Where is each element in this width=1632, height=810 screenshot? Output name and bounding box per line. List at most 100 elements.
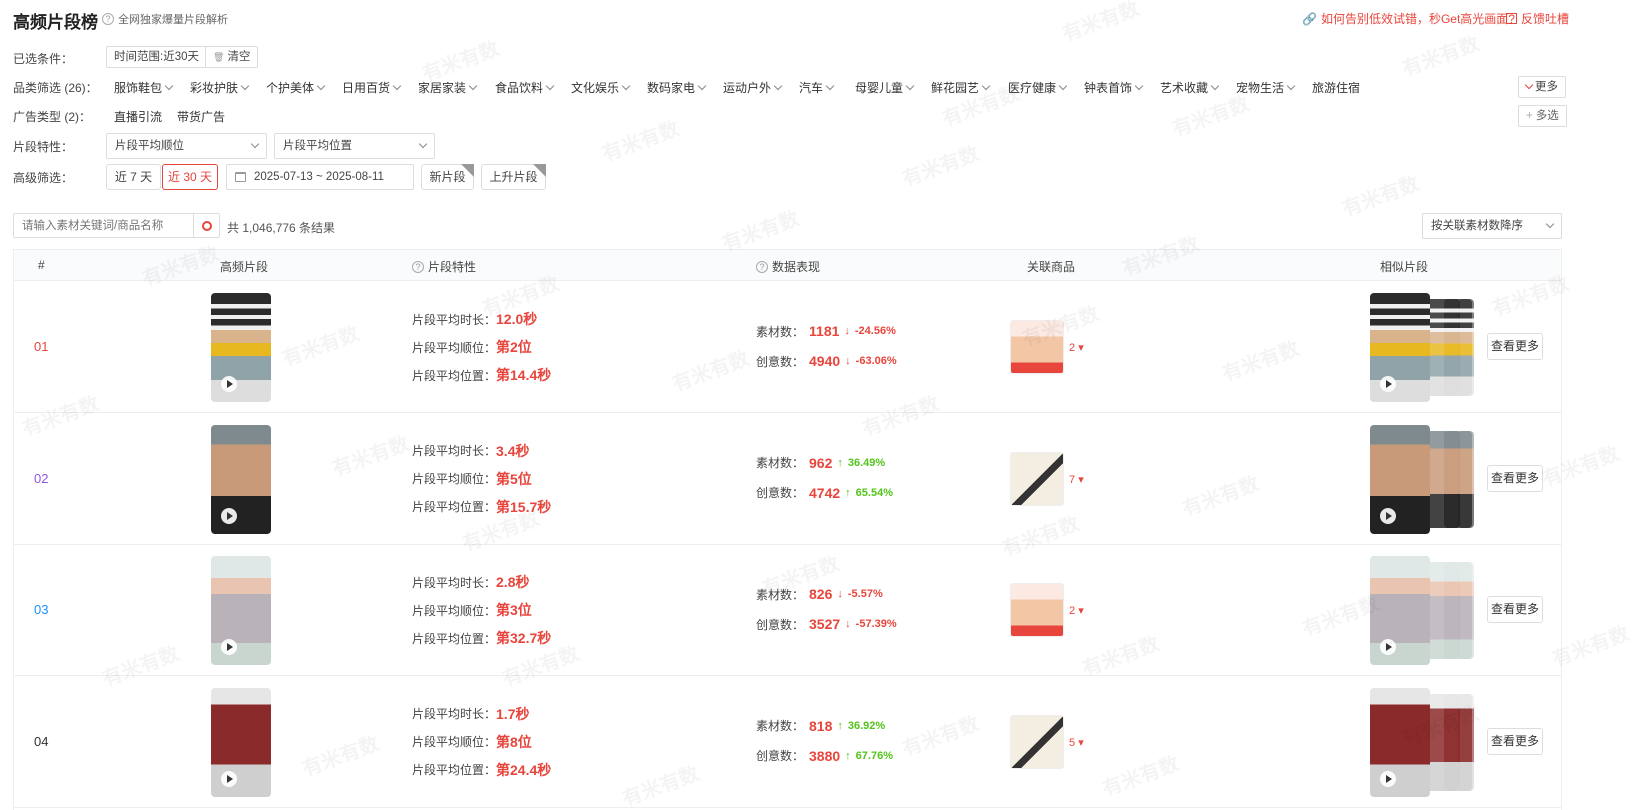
clip-thumbnail[interactable] — [211, 424, 271, 534]
chevron-down-icon — [905, 81, 915, 90]
similar-clips[interactable] — [1370, 556, 1480, 665]
days30-button[interactable]: 近 30 天 — [162, 164, 218, 190]
category-item[interactable]: 文化娱乐 — [571, 79, 631, 96]
category-item[interactable]: 个护美体 — [266, 79, 326, 96]
product-count[interactable]: 2 ▾ — [1069, 341, 1084, 354]
duration-label: 片段平均时长： — [412, 707, 497, 721]
view-more-button[interactable]: 查看更多 — [1487, 727, 1543, 755]
guide-link[interactable]: 🔗 如何告别低效试错，秒Get高光画面? — [1302, 10, 1515, 27]
feedback-text: 反馈吐槽 — [1521, 12, 1570, 26]
similar-clips[interactable] — [1370, 687, 1480, 797]
order-value: 第5位 — [496, 470, 532, 487]
play-icon[interactable] — [1380, 376, 1396, 392]
category-item[interactable]: 服饰鞋包 — [114, 79, 174, 96]
trend-down-icon: ↓ — [845, 618, 851, 630]
help-icon[interactable]: ? — [412, 260, 424, 273]
table-row: 03 片段平均时长： 2.8秒 片段平均顺位： 第3位 片段平均位置： 第32.7秒 … — [14, 545, 1561, 676]
clip-performance: 素材数： 962 ↑ 36.49% 创意数： 4742 ↑ 65.54% — [756, 448, 893, 508]
clear-button[interactable]: 🗑 清空 — [205, 46, 259, 68]
category-item[interactable]: 家居家装 — [418, 79, 478, 96]
similar-thumb — [1426, 562, 1460, 659]
help-icon[interactable]: ? — [756, 260, 768, 273]
help-icon[interactable]: ? — [102, 13, 114, 25]
similar-clips[interactable] — [1370, 293, 1480, 402]
corner-check-icon — [533, 164, 546, 177]
category-item[interactable]: 医疗健康 — [1008, 79, 1068, 96]
category-item[interactable]: 日用百货 — [342, 79, 402, 96]
play-icon[interactable] — [1380, 770, 1396, 787]
new-clip-toggle[interactable]: 新片段 — [421, 164, 474, 190]
product-thumbnail[interactable] — [1010, 583, 1064, 637]
play-icon[interactable] — [221, 507, 237, 524]
product-thumbnail[interactable] — [1010, 320, 1064, 374]
clip-thumbnail[interactable] — [211, 687, 271, 797]
creative-label: 创意数： — [756, 486, 805, 500]
category-item[interactable]: 宠物生活 — [1236, 79, 1296, 96]
selected-chip[interactable]: 时间范围:近30天 — [106, 46, 207, 68]
category-item[interactable]: 旅游住宿 — [1312, 79, 1360, 96]
category-item[interactable]: 食品饮料 — [495, 79, 555, 96]
creative-label: 创意数： — [756, 354, 805, 369]
order-value: 第2位 — [496, 339, 532, 355]
product-thumbnail[interactable] — [1010, 451, 1064, 506]
view-more-button[interactable]: 查看更多 — [1487, 596, 1543, 623]
chevron-down-icon — [468, 81, 478, 90]
play-icon[interactable] — [1380, 639, 1396, 655]
trend-up-icon: ↑ — [837, 719, 843, 732]
play-icon[interactable] — [221, 639, 237, 655]
category-item[interactable]: 母婴儿童 — [855, 79, 915, 96]
position-label: 片段平均位置： — [412, 631, 497, 646]
date-range-value: 2025-07-13 ~ 2025-08-11 — [254, 171, 384, 183]
play-icon[interactable] — [221, 376, 237, 392]
view-more-button[interactable]: 查看更多 — [1487, 464, 1543, 492]
category-item[interactable]: 汽车 — [799, 79, 835, 96]
creative-value: 4742 — [809, 484, 841, 501]
position-value: 第15.7秒 — [496, 498, 552, 515]
category-item[interactable]: 运动户外 — [723, 79, 783, 96]
category-label-text: 彩妆护肤 — [190, 81, 239, 95]
view-more-button[interactable]: 查看更多 — [1487, 333, 1543, 360]
product-count[interactable]: 5 ▾ — [1069, 736, 1084, 749]
material-value: 1181 — [809, 323, 840, 339]
play-icon[interactable] — [221, 770, 237, 787]
category-label-text: 钟表首饰 — [1084, 81, 1133, 95]
chevron-down-icon — [773, 81, 783, 90]
product-thumbnail[interactable] — [1010, 714, 1064, 769]
ad-type-live[interactable]: 直播引流 — [114, 108, 162, 125]
multi-select-button[interactable]: + 多选 — [1518, 105, 1567, 127]
rising-clip-toggle[interactable]: 上升片段 — [481, 164, 546, 190]
ad-type-goods[interactable]: 带货广告 — [177, 108, 225, 125]
feedback-link[interactable]: 反馈吐槽 — [1506, 10, 1569, 27]
feature-select-order[interactable]: 片段平均顺位 — [106, 133, 267, 159]
date-range-picker[interactable]: 2025-07-13 ~ 2025-08-11 — [226, 164, 414, 190]
similar-clips[interactable] — [1370, 424, 1480, 534]
play-icon[interactable] — [1380, 507, 1396, 524]
duration-label: 片段平均时长： — [412, 444, 497, 458]
page-subtitle: ? 全网独家爆量片段解析 — [102, 11, 228, 27]
category-item[interactable]: 数码家电 — [647, 79, 707, 96]
category-label: 品类筛选 (26)： — [13, 81, 98, 95]
category-item[interactable]: 钟表首饰 — [1084, 79, 1144, 96]
clip-thumbnail[interactable] — [211, 556, 271, 665]
feature-select-position[interactable]: 片段平均位置 — [274, 133, 435, 159]
material-label: 素材数： — [756, 456, 805, 470]
search-button[interactable] — [193, 214, 219, 237]
chevron-down-icon — [545, 81, 555, 90]
order-label: 片段平均顺位： — [412, 472, 497, 486]
product-count[interactable]: 7 ▾ — [1069, 473, 1084, 486]
category-label-text: 旅游住宿 — [1312, 81, 1361, 95]
order-label: 片段平均顺位： — [412, 340, 497, 355]
category-item[interactable]: 艺术收藏 — [1160, 79, 1220, 96]
chevron-down-icon — [1058, 81, 1068, 90]
more-categories-button[interactable]: 更多 — [1518, 76, 1566, 98]
category-item[interactable]: 彩妆护肤 — [190, 79, 250, 96]
product-count[interactable]: 2 ▾ — [1069, 604, 1084, 617]
trend-down-icon: ↓ — [844, 325, 850, 337]
category-item[interactable]: 鲜花园艺 — [931, 79, 991, 96]
col-rank: # — [38, 258, 45, 272]
days7-button[interactable]: 近 7 天 — [106, 164, 161, 190]
table-row: 04 片段平均时长： 1.7秒 片段平均顺位： 第8位 片段平均位置： 第24.4秒 … — [14, 677, 1561, 808]
search-input[interactable] — [14, 214, 193, 237]
clip-thumbnail[interactable] — [211, 293, 271, 402]
sort-select[interactable]: 按关联素材数降序 — [1422, 213, 1562, 239]
